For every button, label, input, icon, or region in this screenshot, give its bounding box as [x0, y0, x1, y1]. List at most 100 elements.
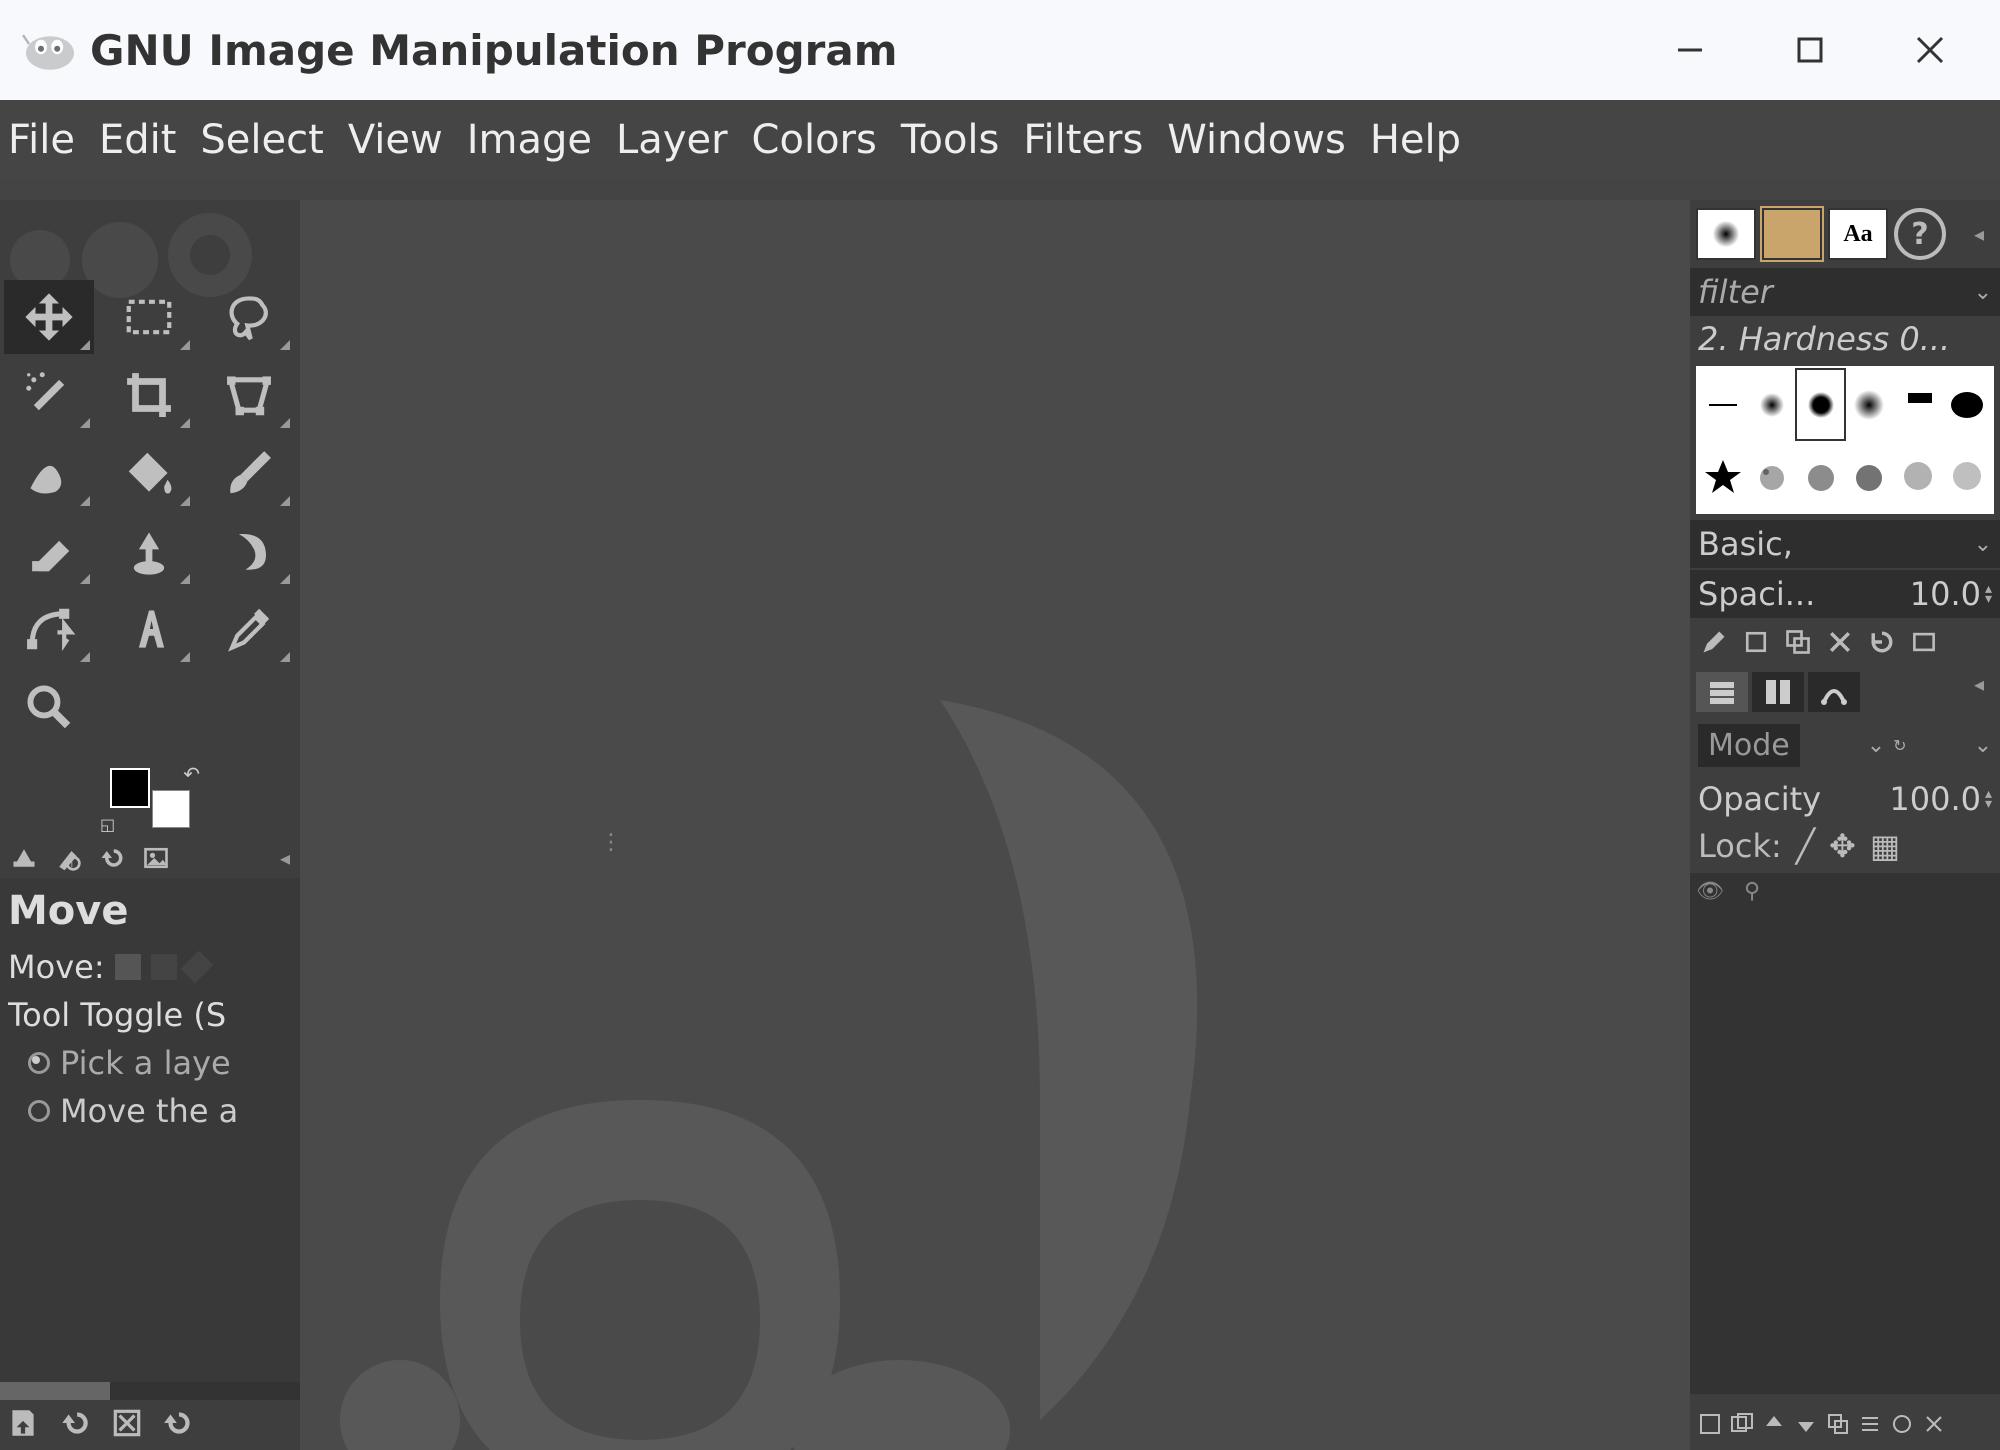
visibility-icon[interactable]: 👁 — [1696, 879, 1724, 904]
brush-soft-large[interactable] — [1846, 370, 1893, 439]
menu-help[interactable]: Help — [1370, 117, 1461, 163]
menu-windows[interactable]: Windows — [1167, 117, 1346, 163]
bucket-fill-tool[interactable] — [104, 436, 194, 510]
spacing-stepper-icon[interactable]: ▴▾ — [1985, 584, 1992, 604]
smudge-tool[interactable] — [204, 514, 294, 588]
edit-brush-icon[interactable] — [1696, 624, 1732, 660]
reset-colors-icon[interactable]: ◱ — [100, 815, 115, 834]
brush-block[interactable] — [1895, 370, 1942, 439]
duplicate-layer-icon[interactable] — [1824, 1410, 1852, 1438]
paintbrush-tool[interactable] — [204, 436, 294, 510]
refresh-brushes-icon[interactable] — [1864, 624, 1900, 660]
maximize-button[interactable] — [1790, 30, 1830, 70]
menu-tools[interactable]: Tools — [901, 117, 1000, 163]
move-active-radio[interactable] — [28, 1100, 50, 1122]
brushes-dock-menu-icon[interactable]: ◂ — [1974, 222, 1994, 246]
delete-layer-icon[interactable] — [1920, 1410, 1948, 1438]
brush-filter-input[interactable]: filter ⌄ — [1690, 268, 2000, 316]
mode-switch-icon[interactable]: ↻ — [1893, 736, 1906, 755]
layers-list[interactable]: 👁 ⚲ — [1690, 873, 2000, 1394]
menu-layer[interactable]: Layer — [616, 117, 728, 163]
brush-sponge[interactable] — [1943, 441, 1990, 510]
brush-star[interactable] — [1700, 441, 1747, 510]
brush-grunge[interactable] — [1895, 441, 1942, 510]
menu-edit[interactable]: Edit — [99, 117, 176, 163]
brushes-tab[interactable] — [1696, 208, 1756, 260]
mode-chevron2-icon[interactable]: ⌄ — [1974, 733, 1992, 758]
close-button[interactable] — [1910, 30, 1950, 70]
device-status-tab[interactable]: i — [48, 841, 88, 875]
free-select-tool[interactable] — [204, 280, 294, 354]
eraser-tool[interactable] — [4, 514, 94, 588]
text-tool[interactable] — [104, 592, 194, 666]
menu-colors[interactable]: Colors — [752, 117, 877, 163]
open-as-image-icon[interactable] — [1906, 624, 1942, 660]
layers-dock-menu-icon[interactable]: ◂ — [1974, 672, 1994, 712]
merge-layer-icon[interactable] — [1856, 1410, 1884, 1438]
new-group-icon[interactable] — [1728, 1410, 1756, 1438]
patterns-tab[interactable] — [1762, 208, 1822, 260]
canvas-area[interactable]: ⋮ — [300, 200, 1690, 1450]
foreground-color[interactable] — [110, 768, 150, 808]
new-brush-icon[interactable] — [1738, 624, 1774, 660]
mode-chevron-icon[interactable]: ⌄ — [1867, 733, 1885, 758]
color-swatch[interactable]: ↶ ◱ — [110, 768, 190, 828]
undo-history-tab[interactable] — [92, 841, 132, 875]
preset-chevron-icon[interactable]: ⌄ — [1974, 532, 1992, 557]
clone-tool[interactable] — [104, 514, 194, 588]
link-icon[interactable]: ⚲ — [1744, 879, 1760, 904]
brush-hard[interactable] — [1943, 370, 1990, 439]
brush-hardness-050[interactable] — [1797, 370, 1844, 439]
warp-tool[interactable] — [4, 436, 94, 510]
brush-pixel[interactable] — [1700, 370, 1747, 439]
minimize-button[interactable] — [1670, 30, 1710, 70]
opacity-stepper-icon[interactable]: ▴▾ — [1985, 789, 1992, 809]
zoom-tool[interactable] — [4, 670, 94, 744]
paths-tool[interactable] — [4, 592, 94, 666]
duplicate-brush-icon[interactable] — [1780, 624, 1816, 660]
delete-tool-preset-icon[interactable] — [110, 1406, 144, 1444]
opacity-value[interactable]: 100.0 — [1889, 780, 1981, 818]
fonts-tab[interactable]: Aa — [1828, 208, 1888, 260]
menu-image[interactable]: Image — [467, 117, 592, 163]
brush-spacing-input[interactable]: Spaci... 10.0 ▴▾ — [1690, 570, 2000, 618]
tool-options-tab[interactable] — [4, 841, 44, 875]
move-path-icon[interactable] — [180, 951, 213, 984]
lock-alpha-icon[interactable]: ▦ — [1870, 827, 1900, 865]
channels-tab[interactable] — [1752, 672, 1804, 712]
help-icon[interactable]: ? — [1894, 208, 1946, 260]
layer-mode-select[interactable]: Mode — [1698, 724, 1800, 767]
dock-menu-icon[interactable]: ◂ — [280, 846, 300, 870]
move-layer-icon[interactable] — [115, 954, 141, 980]
filter-chevron-icon[interactable]: ⌄ — [1974, 280, 1992, 305]
move-selection-icon[interactable] — [151, 954, 177, 980]
menu-select[interactable]: Select — [200, 117, 323, 163]
move-tool[interactable] — [4, 280, 94, 354]
save-tool-preset-icon[interactable] — [6, 1406, 40, 1444]
menu-filters[interactable]: Filters — [1023, 117, 1143, 163]
raise-layer-icon[interactable] — [1760, 1410, 1788, 1438]
unified-transform-tool[interactable] — [204, 358, 294, 432]
options-scrollbar[interactable] — [0, 1382, 300, 1400]
lock-pixels-icon[interactable]: ╱ — [1796, 827, 1815, 865]
layer-row[interactable]: 👁 ⚲ — [1696, 879, 1994, 904]
images-tab[interactable] — [136, 841, 176, 875]
swap-colors-icon[interactable]: ↶ — [183, 762, 200, 786]
fuzzy-select-tool[interactable] — [4, 358, 94, 432]
restore-tool-preset-icon[interactable] — [58, 1406, 92, 1444]
rectangle-select-tool[interactable] — [104, 280, 194, 354]
reset-tool-options-icon[interactable] — [162, 1406, 196, 1444]
menu-view[interactable]: View — [348, 117, 443, 163]
crop-tool[interactable] — [104, 358, 194, 432]
mask-layer-icon[interactable] — [1888, 1410, 1916, 1438]
brush-preset-select[interactable]: Basic, ⌄ — [1690, 520, 2000, 568]
new-layer-icon[interactable] — [1696, 1410, 1724, 1438]
lower-layer-icon[interactable] — [1792, 1410, 1820, 1438]
background-color[interactable] — [152, 790, 190, 828]
layers-tab[interactable] — [1696, 672, 1748, 712]
paths-tab[interactable] — [1808, 672, 1860, 712]
color-picker-tool[interactable] — [204, 592, 294, 666]
menu-file[interactable]: File — [8, 117, 75, 163]
delete-brush-icon[interactable] — [1822, 624, 1858, 660]
brush-splatter-2[interactable] — [1797, 441, 1844, 510]
